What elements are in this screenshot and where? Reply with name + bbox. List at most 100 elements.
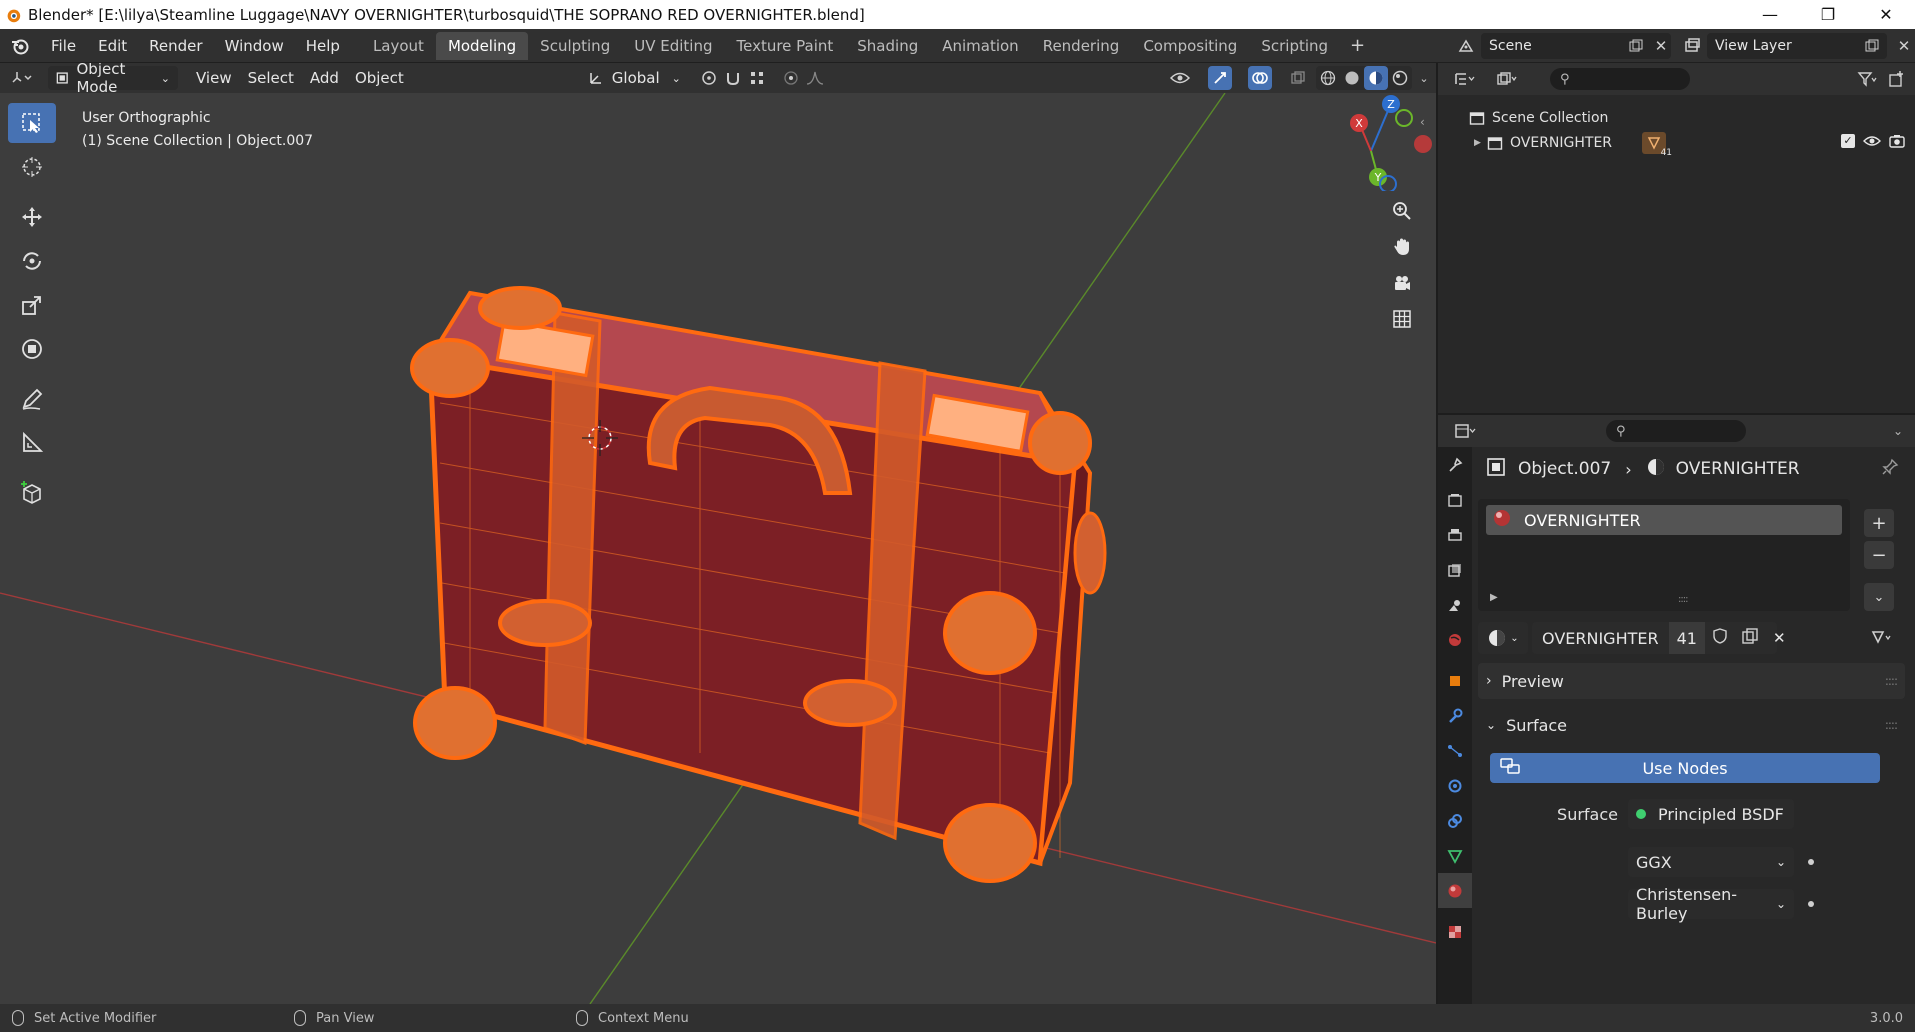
keyframe-dot-icon[interactable]: [1808, 859, 1814, 865]
slot-specials-chevron-icon[interactable]: ⌄: [1864, 583, 1894, 611]
resize-grip-icon[interactable]: ::::: [1678, 594, 1689, 605]
axis-gizmo[interactable]: Z X Y: [1326, 91, 1436, 191]
proportional-edit-icon[interactable]: [779, 66, 803, 90]
camera-render-icon[interactable]: [1889, 134, 1905, 152]
keyframe-dot-icon[interactable]: [1808, 901, 1814, 907]
add-workspace-button[interactable]: +: [1340, 35, 1375, 56]
use-nodes-button[interactable]: Use Nodes: [1490, 753, 1880, 783]
scale-tool-icon[interactable]: [8, 285, 56, 325]
gizmo-toggle-icon[interactable]: [1208, 66, 1232, 90]
mesh-data-icon[interactable]: 41: [1642, 131, 1672, 158]
tab-modeling[interactable]: Modeling: [435, 31, 529, 60]
texture-tab-icon[interactable]: [1438, 914, 1472, 949]
view-layer-field[interactable]: View Layer: [1707, 33, 1887, 59]
subsurface-method-dropdown[interactable]: Christensen-Burley ⌄: [1628, 885, 1794, 923]
maximize-button[interactable]: ❐: [1799, 0, 1857, 29]
material-name-field[interactable]: OVERNIGHTER 41 ✕: [1532, 622, 1786, 654]
new-collection-icon[interactable]: [1885, 67, 1909, 91]
camera-view-icon[interactable]: [1386, 267, 1418, 299]
world-tab-icon[interactable]: [1438, 622, 1472, 657]
delete-view-layer-icon[interactable]: ✕: [1893, 33, 1915, 59]
filter-icon[interactable]: [1849, 67, 1885, 91]
scene-tab-icon[interactable]: [1438, 587, 1472, 622]
display-mode-icon[interactable]: [1488, 67, 1526, 91]
menu-help[interactable]: Help: [295, 29, 351, 63]
outliner-editor-type-icon[interactable]: [1446, 67, 1484, 91]
tab-scripting[interactable]: Scripting: [1249, 32, 1340, 60]
scene-selector-icon[interactable]: [1451, 33, 1481, 59]
zoom-view-icon[interactable]: [1386, 195, 1418, 227]
add-material-slot-button[interactable]: +: [1864, 509, 1894, 537]
menu-window[interactable]: Window: [214, 29, 295, 63]
delete-scene-icon[interactable]: ✕: [1651, 33, 1671, 59]
browse-material-button[interactable]: ⌄: [1478, 622, 1528, 654]
xray-toggle-icon[interactable]: [1286, 66, 1310, 90]
proportional-falloff-icon[interactable]: [803, 66, 827, 90]
shading-options-chevron-icon[interactable]: ⌄: [1412, 66, 1436, 90]
surface-panel-header[interactable]: ⌄ Surface ::::: [1478, 707, 1905, 743]
expand-arrow-icon[interactable]: ▶: [1474, 138, 1486, 148]
cursor-tool-icon[interactable]: [8, 147, 56, 187]
blender-menu-icon[interactable]: [0, 29, 40, 63]
tool-tab-icon[interactable]: [1438, 447, 1472, 482]
wireframe-shading-icon[interactable]: [1316, 66, 1340, 90]
constraints-tab-icon[interactable]: [1438, 803, 1472, 838]
close-button[interactable]: ✕: [1857, 0, 1915, 29]
measure-tool-icon[interactable]: [8, 423, 56, 463]
tab-uv-editing[interactable]: UV Editing: [622, 32, 724, 60]
rotate-tool-icon[interactable]: [8, 241, 56, 281]
overlays-toggle-icon[interactable]: [1248, 66, 1272, 90]
modifiers-tab-icon[interactable]: [1438, 698, 1472, 733]
menu-select[interactable]: Select: [240, 66, 302, 90]
editor-type-icon[interactable]: [0, 66, 44, 90]
surface-shader-dropdown[interactable]: Principled BSDF: [1628, 799, 1794, 829]
view-layer-icon[interactable]: [1677, 33, 1707, 59]
unlink-material-icon[interactable]: ✕: [1765, 629, 1794, 647]
render-tab-icon[interactable]: [1438, 482, 1472, 517]
tab-animation[interactable]: Animation: [930, 32, 1030, 60]
tab-layout[interactable]: Layout: [361, 32, 436, 60]
tab-texture-paint[interactable]: Texture Paint: [724, 32, 845, 60]
material-users-count[interactable]: 41: [1668, 622, 1705, 654]
tab-compositing[interactable]: Compositing: [1131, 32, 1249, 60]
copy-scene-icon[interactable]: [1621, 33, 1651, 59]
move-tool-icon[interactable]: [8, 197, 56, 237]
copy-view-layer-icon[interactable]: [1857, 33, 1887, 59]
menu-view[interactable]: View: [188, 66, 240, 90]
scene-name-field[interactable]: Scene ✕: [1481, 33, 1671, 59]
include-checkbox-icon[interactable]: ✓: [1841, 133, 1855, 148]
properties-search-input[interactable]: ⚲: [1606, 420, 1746, 442]
menu-render[interactable]: Render: [138, 29, 213, 63]
object-tab-icon[interactable]: [1438, 663, 1472, 698]
transform-tool-icon[interactable]: [8, 329, 56, 369]
pan-view-hand-icon[interactable]: [1386, 231, 1418, 263]
object-mode-dropdown[interactable]: Object Mode ⌄: [48, 63, 178, 96]
properties-editor-type-icon[interactable]: [1446, 419, 1486, 443]
visibility-options-icon[interactable]: [1168, 66, 1192, 90]
eye-visibility-icon[interactable]: [1863, 134, 1881, 152]
particles-tab-icon[interactable]: [1438, 733, 1472, 768]
minimize-button[interactable]: —: [1741, 0, 1799, 29]
3d-viewport[interactable]: Object Mode ⌄ View Select Add Object Glo…: [0, 63, 1436, 1004]
snap-target-icon[interactable]: [745, 66, 769, 90]
preview-panel-header[interactable]: › Preview ::::: [1478, 663, 1905, 699]
annotate-tool-icon[interactable]: [8, 379, 56, 419]
snap-toggle-icon[interactable]: [721, 66, 745, 90]
material-tab-icon[interactable]: [1438, 873, 1472, 908]
pivot-point-icon[interactable]: [697, 66, 721, 90]
outliner-scene-collection-row[interactable]: Scene Collection: [1438, 105, 1915, 130]
outliner-search-input[interactable]: ⚲: [1550, 68, 1690, 90]
output-tab-icon[interactable]: [1438, 517, 1472, 552]
link-mode-dropdown[interactable]: [1857, 622, 1905, 654]
add-cube-tool-icon[interactable]: [8, 473, 56, 513]
transform-orientation-dropdown[interactable]: Global ⌄: [580, 66, 689, 90]
menu-edit[interactable]: Edit: [87, 29, 138, 63]
drag-grip-icon[interactable]: ::::: [1885, 718, 1898, 732]
distribution-dropdown[interactable]: GGX ⌄: [1628, 847, 1794, 877]
pin-icon[interactable]: [1881, 458, 1899, 481]
solid-shading-icon[interactable]: [1340, 66, 1364, 90]
drag-grip-icon[interactable]: ::::: [1885, 674, 1898, 688]
select-box-tool-icon[interactable]: [8, 103, 56, 143]
physics-tab-icon[interactable]: [1438, 768, 1472, 803]
outliner-item-overnighter[interactable]: ▶ OVERNIGHTER 41 ✓: [1438, 130, 1915, 158]
